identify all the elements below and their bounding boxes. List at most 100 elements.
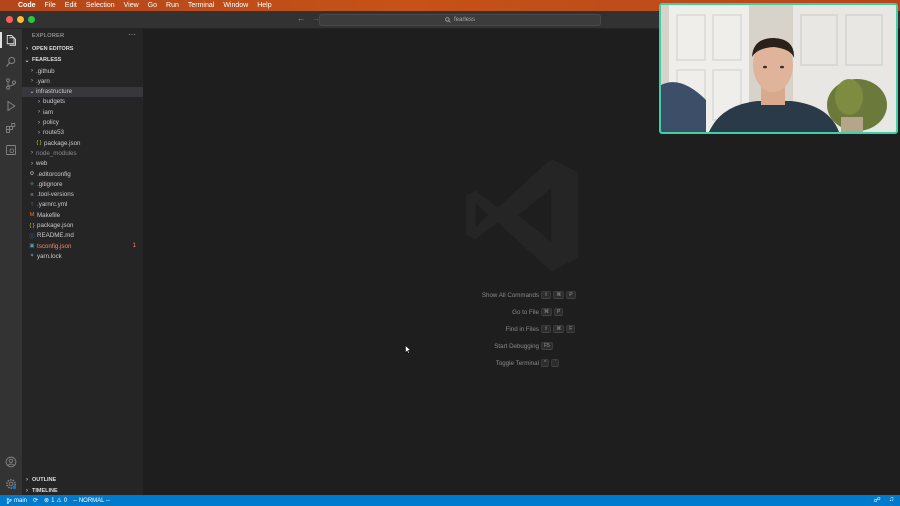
yaml-file-icon: !: [31, 201, 33, 208]
yarn-file-icon: ✦: [29, 253, 35, 260]
explorer-icon[interactable]: [0, 32, 18, 48]
problem-count-badge: 1: [132, 243, 136, 250]
tree-item-label: web: [36, 160, 48, 168]
tree-file[interactable]: { } package.json: [22, 221, 143, 231]
tree-file[interactable]: ! .yarnrc.yml: [22, 200, 143, 210]
explorer-sidebar: EXPLORER ··· › OPEN EDITORS ⌄ FEARLESS ›…: [22, 29, 143, 495]
tree-file[interactable]: ≡ .tool-versions: [22, 190, 143, 200]
tree-item-label: budgets: [43, 98, 66, 106]
notifications-bell-icon[interactable]: ♫: [889, 496, 894, 504]
problems-status[interactable]: ⊗ 1 ⚠ 0: [44, 497, 68, 505]
chevron-right-icon: ›: [38, 129, 40, 136]
tree-file[interactable]: M Makefile: [22, 210, 143, 220]
remote-explorer-icon[interactable]: [4, 143, 18, 157]
shortcut-row: Toggle Terminal ^ `: [443, 359, 643, 369]
feedback-icon[interactable]: ☍: [874, 496, 881, 504]
menu-terminal[interactable]: Terminal: [188, 2, 214, 9]
tree-folder[interactable]: › route53: [22, 128, 143, 138]
branch-name: main: [14, 497, 28, 504]
error-count: 1: [51, 497, 55, 504]
tsconfig-icon: ▣: [29, 243, 35, 250]
minimize-window-button[interactable]: [17, 16, 24, 23]
close-window-button[interactable]: [6, 16, 13, 23]
chevron-right-icon: ›: [31, 78, 33, 85]
tree-folder[interactable]: › policy: [22, 118, 143, 128]
keycap: F: [566, 325, 576, 333]
tree-folder[interactable]: › .github: [22, 66, 143, 76]
back-arrow-icon[interactable]: ←: [297, 14, 305, 23]
keycap: F5: [541, 342, 553, 350]
tree-item-label: README.md: [37, 232, 74, 240]
branch-status[interactable]: main: [6, 498, 27, 504]
maximize-window-button[interactable]: [28, 16, 35, 23]
warning-icon: ⚠: [56, 498, 62, 504]
text-file-icon: ≡: [30, 191, 34, 198]
activity-bar: [0, 29, 22, 495]
open-editors-section[interactable]: › OPEN EDITORS: [22, 44, 143, 54]
tree-file[interactable]: ◆ .gitignore: [22, 179, 143, 189]
tree-file[interactable]: ✦ yarn.lock: [22, 251, 143, 261]
menu-file[interactable]: File: [45, 2, 56, 9]
chevron-down-icon: ⌄: [29, 89, 35, 96]
sync-icon[interactable]: ⟳: [33, 497, 38, 504]
chevron-right-icon: ›: [26, 46, 28, 52]
run-debug-icon[interactable]: [4, 99, 18, 113]
menu-window[interactable]: Window: [223, 2, 248, 9]
keycap: ⌘: [541, 308, 552, 316]
tree-folder[interactable]: › budgets: [22, 97, 143, 107]
mouse-cursor-icon: [405, 345, 411, 354]
shortcut-row: Show All Commands ⇧ ⌘ P: [443, 291, 643, 301]
menu-help[interactable]: Help: [257, 2, 271, 9]
chevron-right-icon: ›: [31, 68, 33, 74]
chevron-down-icon: ⌄: [24, 57, 30, 64]
menu-view[interactable]: View: [124, 2, 139, 9]
chevron-right-icon: ›: [38, 98, 40, 105]
tree-folder[interactable]: ⌄ infrastructure: [22, 86, 143, 97]
tree-file[interactable]: ⚙ .editorconfig: [22, 169, 143, 179]
tree-item-label: yarn.lock: [37, 252, 62, 260]
chevron-right-icon: ›: [26, 477, 28, 483]
tree-item-label: package.json: [37, 222, 74, 229]
shortcut-row: Start Debugging F5: [443, 342, 643, 352]
outline-section[interactable]: › OUTLINE: [22, 475, 143, 485]
status-bar: main ⟳ ⊗ 1 ⚠ 0 -- NORMAL -- ☍ ♫: [0, 495, 900, 506]
open-editors-label: OPEN EDITORS: [32, 46, 74, 52]
tree-file[interactable]: ▣ tsconfig.json 1: [22, 241, 143, 251]
shortcut-keys: ⇧ ⌘ F: [541, 325, 576, 333]
json-file-icon: { }: [36, 140, 42, 147]
tree-file[interactable]: ⓘ README.md: [22, 231, 143, 241]
settings-file-icon: ⚙: [29, 171, 35, 177]
keycap: ⌘: [553, 325, 565, 333]
menu-edit[interactable]: Edit: [65, 2, 77, 9]
project-section[interactable]: ⌄ FEARLESS: [22, 55, 143, 65]
tree-folder[interactable]: › web: [22, 159, 143, 169]
chevron-right-icon: ›: [31, 160, 33, 167]
tree-item-label: node_modules: [36, 149, 77, 157]
git-file-icon: ◆: [29, 181, 35, 188]
tree-folder[interactable]: › .yarn: [22, 76, 143, 86]
menu-go[interactable]: Go: [148, 2, 157, 9]
menu-selection[interactable]: Selection: [86, 2, 115, 9]
chevron-right-icon: ›: [26, 488, 28, 494]
more-actions-icon[interactable]: ···: [128, 30, 136, 39]
menu-run[interactable]: Run: [166, 2, 179, 9]
tree-item-label: package.json: [44, 139, 81, 147]
extensions-icon[interactable]: [4, 121, 18, 135]
tree-folder[interactable]: › iam: [22, 107, 143, 117]
tree-folder[interactable]: › node_modules: [22, 148, 143, 158]
vim-mode-status: -- NORMAL --: [73, 497, 110, 504]
shortcut-label: Find in Files: [505, 326, 539, 333]
search-icon[interactable]: [4, 55, 18, 69]
shortcut-label: Start Debugging: [494, 343, 539, 350]
account-icon[interactable]: [4, 455, 18, 469]
command-center-search[interactable]: fearless: [319, 14, 601, 26]
warning-count: 0: [63, 497, 68, 504]
shortcut-keys: ⇧ ⌘ P: [541, 291, 576, 299]
keycap: ^: [541, 359, 550, 367]
manage-gear-icon[interactable]: [4, 477, 18, 491]
tree-file[interactable]: { } package.json: [22, 138, 143, 148]
tree-item-label: tsconfig.json: [37, 242, 72, 250]
tree-item-label: .gitignore: [37, 180, 63, 188]
source-control-icon[interactable]: [4, 77, 18, 91]
menu-code[interactable]: Code: [18, 2, 36, 9]
